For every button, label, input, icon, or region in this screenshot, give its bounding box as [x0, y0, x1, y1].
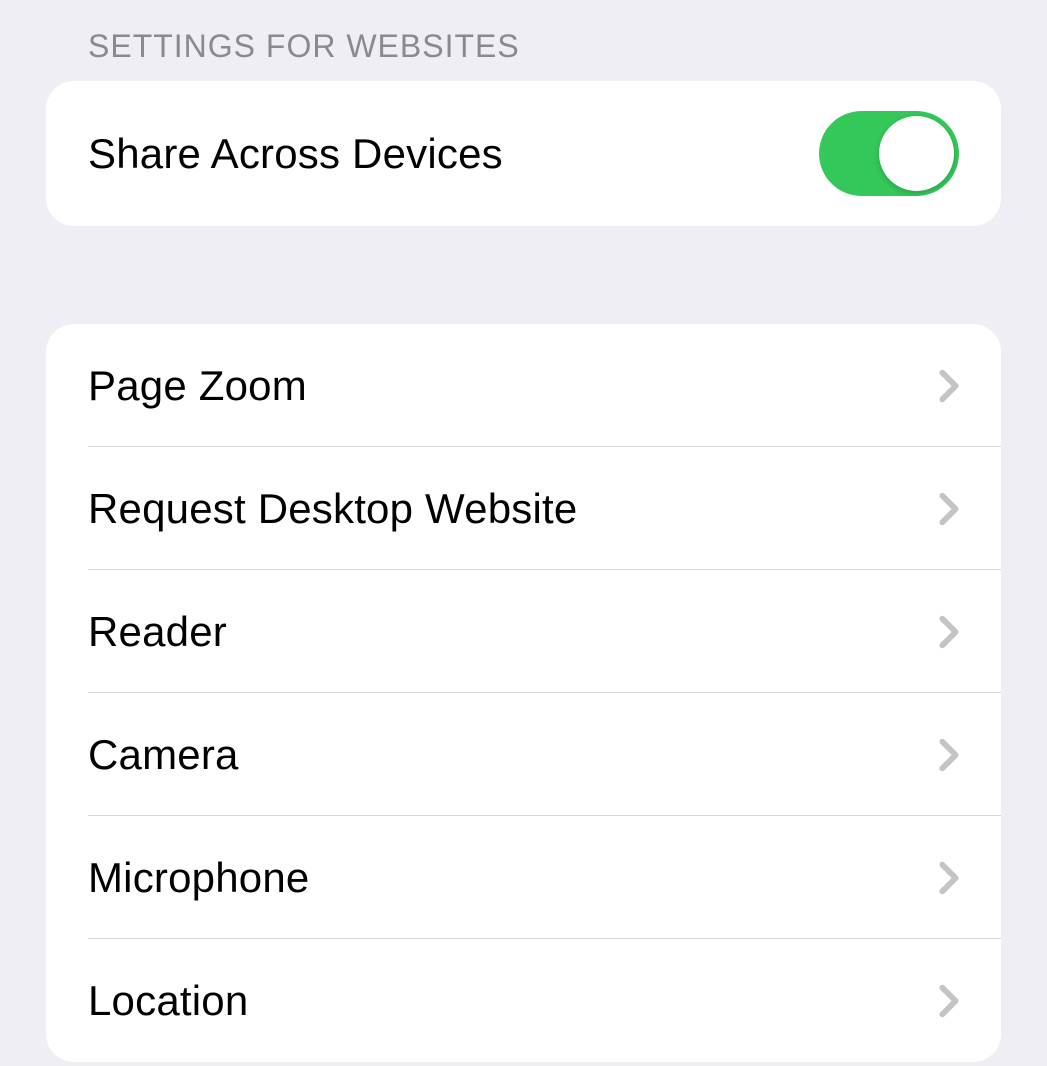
- camera-label: Camera: [88, 731, 239, 779]
- website-settings-list: Page Zoom Request Desktop Website Reader…: [46, 324, 1001, 1062]
- request-desktop-website-row[interactable]: Request Desktop Website: [46, 447, 1001, 570]
- share-across-devices-row: Share Across Devices: [46, 81, 1001, 226]
- page-zoom-label: Page Zoom: [88, 362, 307, 410]
- reader-label: Reader: [88, 608, 227, 656]
- chevron-right-icon: [939, 984, 959, 1018]
- section-header: SETTINGS FOR WEBSITES: [0, 0, 1047, 81]
- reader-row[interactable]: Reader: [46, 570, 1001, 693]
- location-row[interactable]: Location: [46, 939, 1001, 1062]
- chevron-right-icon: [939, 369, 959, 403]
- share-across-devices-label: Share Across Devices: [88, 130, 503, 178]
- chevron-right-icon: [939, 861, 959, 895]
- spacer: [0, 226, 1047, 324]
- request-desktop-website-label: Request Desktop Website: [88, 485, 577, 533]
- microphone-label: Microphone: [88, 854, 309, 902]
- chevron-right-icon: [939, 738, 959, 772]
- microphone-row[interactable]: Microphone: [46, 816, 1001, 939]
- chevron-right-icon: [939, 615, 959, 649]
- location-label: Location: [88, 977, 248, 1025]
- toggle-knob: [879, 116, 954, 191]
- camera-row[interactable]: Camera: [46, 693, 1001, 816]
- share-across-devices-card: Share Across Devices: [46, 81, 1001, 226]
- share-across-devices-toggle[interactable]: [819, 111, 959, 196]
- chevron-right-icon: [939, 492, 959, 526]
- page-zoom-row[interactable]: Page Zoom: [46, 324, 1001, 447]
